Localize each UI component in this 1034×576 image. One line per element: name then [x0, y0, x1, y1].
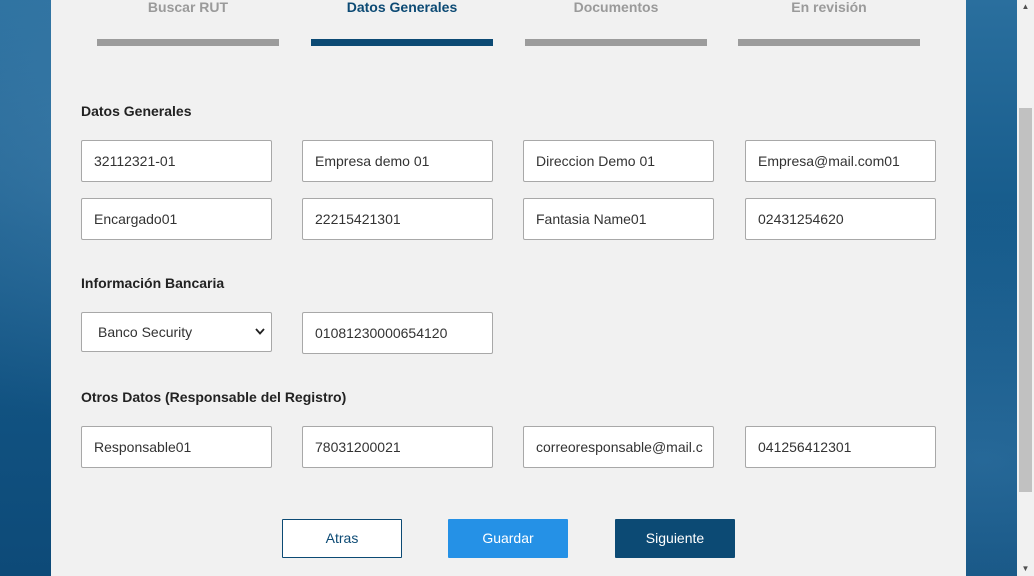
rut-field[interactable]: 32112321-01 [81, 140, 272, 182]
step-label: Buscar RUT [147, 0, 229, 15]
company-name-field[interactable]: Empresa demo 01 [302, 140, 493, 182]
responsible-phone-field[interactable]: 78031200021 [302, 426, 493, 468]
step-documentos[interactable]: Documentos [525, 0, 707, 46]
bank-select[interactable]: Banco Security [81, 312, 272, 352]
section-title-informacion-bancaria: Información Bancaria [81, 275, 225, 291]
save-button[interactable]: Guardar [448, 519, 568, 558]
bank-select-value: Banco Security [98, 324, 193, 340]
responsible-name-field[interactable]: Responsable01 [81, 426, 272, 468]
next-button[interactable]: Siguiente [615, 519, 735, 558]
phone-field[interactable]: 22215421301 [302, 198, 493, 240]
step-label: En revisión [791, 0, 867, 15]
chevron-down-icon [255, 313, 265, 351]
back-button[interactable]: Atras [282, 519, 402, 558]
step-datos-generales[interactable]: Datos Generales [311, 0, 493, 46]
step-label: Datos Generales [346, 0, 458, 15]
step-label: Documentos [573, 0, 659, 15]
company-email-field[interactable]: Empresa@mail.com01 [745, 140, 936, 182]
responsible-email-field[interactable]: correoresponsable@mail.c [523, 426, 714, 468]
scroll-down-icon[interactable]: ▼ [1017, 562, 1034, 576]
step-progress-bar [97, 39, 279, 46]
step-buscar-rut[interactable]: Buscar RUT [97, 0, 279, 46]
manager-field[interactable]: Encargado01 [81, 198, 272, 240]
scrollbar-thumb[interactable] [1019, 108, 1032, 492]
address-field[interactable]: Direccion Demo 01 [523, 140, 714, 182]
step-progress-bar [525, 39, 707, 46]
account-number-field[interactable]: 01081230000654120 [302, 312, 493, 354]
fantasy-name-field[interactable]: Fantasia Name01 [523, 198, 714, 240]
step-en-revision[interactable]: En revisión [738, 0, 920, 46]
step-progress-bar [738, 39, 920, 46]
step-progress-bar [311, 39, 493, 46]
scroll-up-icon[interactable]: ▲ [1017, 0, 1034, 14]
secondary-phone-field[interactable]: 02431254620 [745, 198, 936, 240]
section-title-datos-generales: Datos Generales [81, 103, 192, 119]
section-title-otros-datos: Otros Datos (Responsable del Registro) [81, 389, 347, 405]
responsible-secondary-phone-field[interactable]: 041256412301 [745, 426, 936, 468]
